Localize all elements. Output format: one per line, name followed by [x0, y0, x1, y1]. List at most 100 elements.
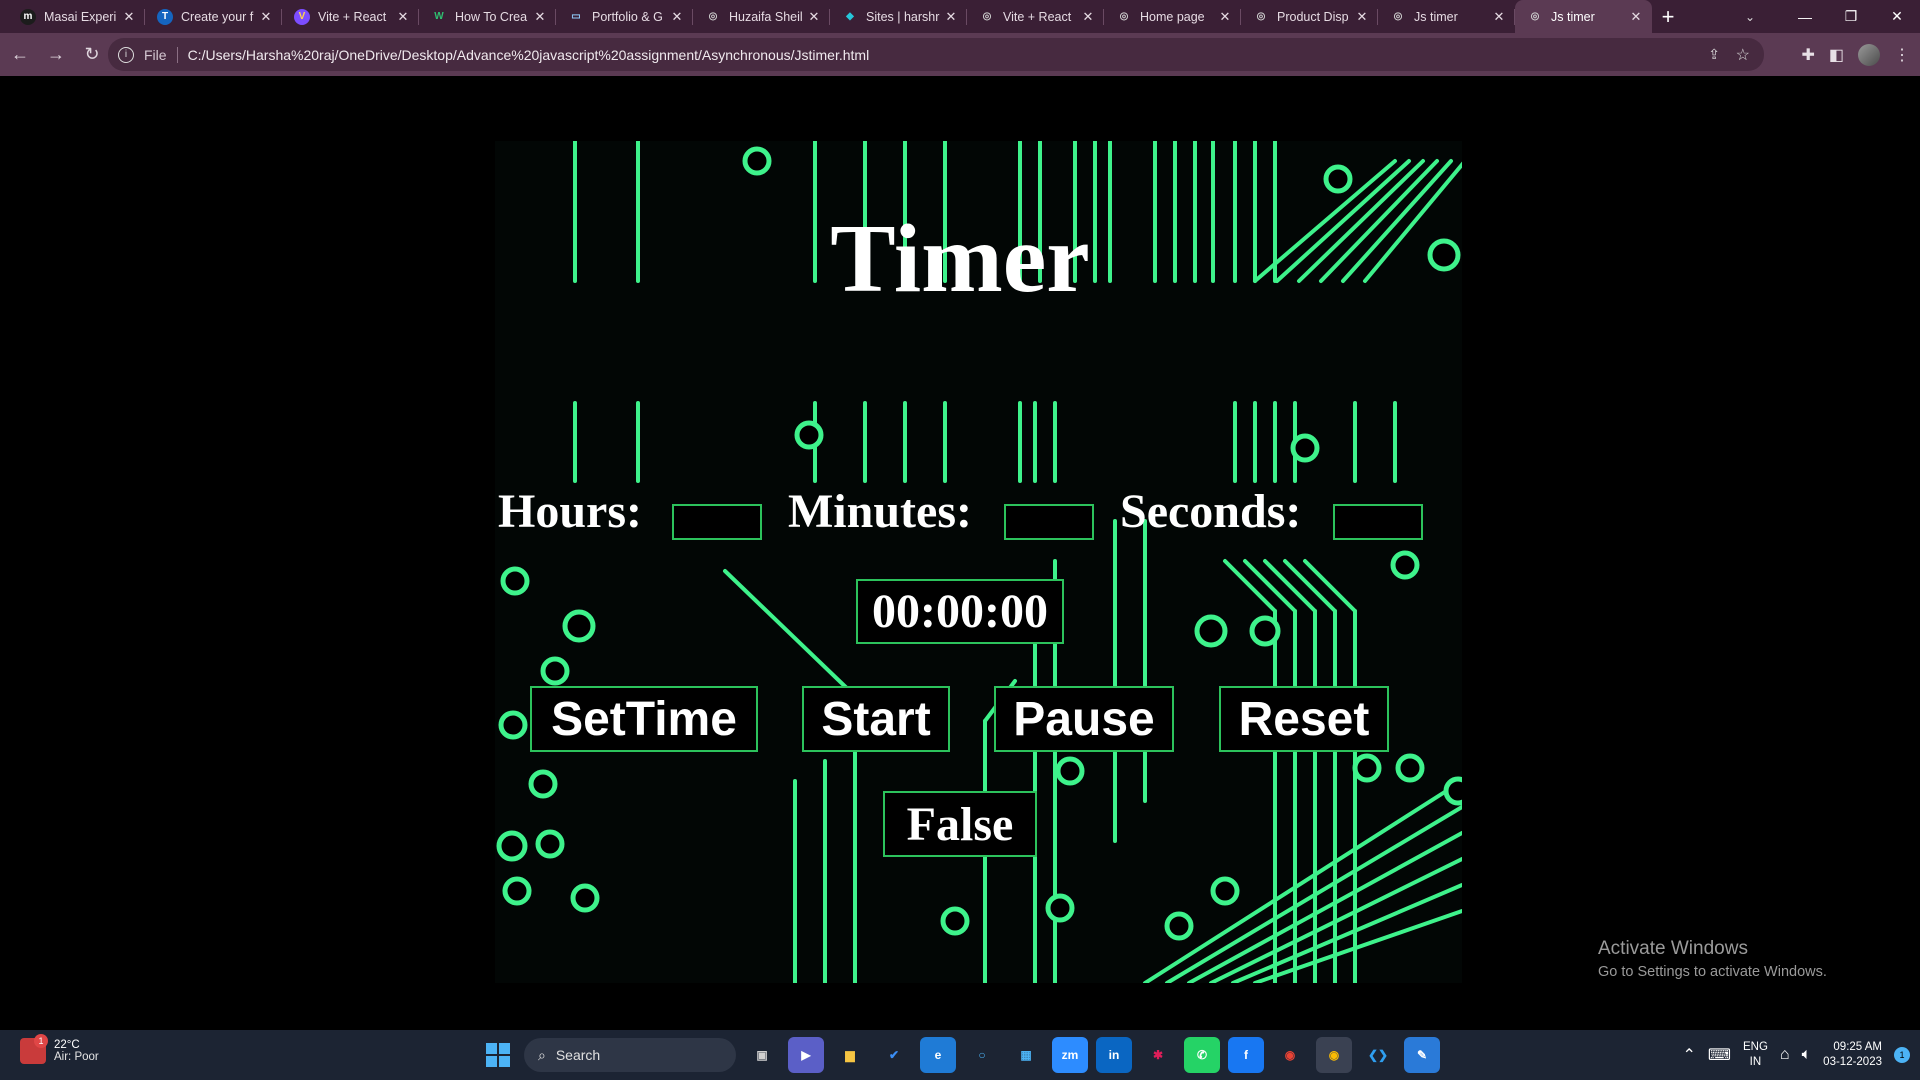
restore-button[interactable]: ❐: [1828, 0, 1874, 33]
circuit-pad: [1390, 550, 1420, 580]
circuit-pad: [1164, 911, 1194, 941]
notification-badge[interactable]: 1: [1894, 1047, 1910, 1063]
tab-close-icon[interactable]: ✕: [121, 9, 137, 25]
circuit-pad: [794, 420, 824, 450]
taskbar-apps: ⌕ Search ▣ ▶ ▆ ✔ e ○ ▦ zm in ✱ ✆ f ◉ ◉ ❮❯ ✎: [480, 1037, 1440, 1073]
tab-title: Js timer: [1551, 9, 1595, 24]
site-info-icon[interactable]: i: [118, 46, 134, 63]
facebook-icon[interactable]: f: [1228, 1037, 1264, 1073]
taskbar-search[interactable]: ⌕ Search: [524, 1038, 736, 1072]
side-panel-icon[interactable]: ◧: [1829, 45, 1844, 65]
tab[interactable]: m Masai Experi ✕: [8, 0, 145, 33]
paint-icon[interactable]: ✎: [1404, 1037, 1440, 1073]
circuit-pad: [1210, 876, 1240, 906]
tab[interactable]: ◎ Home page ✕: [1104, 0, 1241, 33]
tab-close-icon[interactable]: ✕: [943, 9, 959, 25]
keyboard-icon[interactable]: ⌨: [1708, 1045, 1731, 1065]
tab-title: Js timer: [1414, 9, 1458, 24]
tab-title: Portfolio & G: [592, 9, 663, 24]
circuit-pad: [1055, 756, 1085, 786]
vscode-icon[interactable]: ❮❯: [1360, 1037, 1396, 1073]
tab[interactable]: V Vite + React ✕: [282, 0, 419, 33]
circuit-trace: [1231, 883, 1462, 983]
tab[interactable]: ▭ Portfolio & G ✕: [556, 0, 693, 33]
share-icon[interactable]: ⇪: [1708, 46, 1720, 63]
weather-widget[interactable]: 1 22°C Air: Poor: [20, 1034, 99, 1064]
forward-icon[interactable]: →: [40, 39, 72, 71]
tab[interactable]: T Create your f ✕: [145, 0, 282, 33]
clock[interactable]: 09:25 AM 03-12-2023: [1823, 1040, 1882, 1070]
linkedin-icon[interactable]: in: [1096, 1037, 1132, 1073]
whatsapp-icon[interactable]: ✆: [1184, 1037, 1220, 1073]
back-icon[interactable]: ←: [4, 39, 36, 71]
tab[interactable]: ◎ Js timer ✕: [1378, 0, 1515, 33]
tab[interactable]: ◎ Product Disp ✕: [1241, 0, 1378, 33]
tab-favicon-icon: ◎: [708, 11, 718, 22]
activate-title: Activate Windows: [1598, 938, 1748, 959]
tab-close-icon[interactable]: ✕: [1217, 9, 1233, 25]
chrome-profile-icon[interactable]: ◉: [1316, 1037, 1352, 1073]
profile-avatar[interactable]: [1858, 43, 1880, 66]
tab[interactable]: W How To Crea ✕: [419, 0, 556, 33]
file-explorer-icon[interactable]: ▆: [832, 1037, 868, 1073]
extensions-icon[interactable]: ✚: [1801, 45, 1814, 65]
new-tab-button[interactable]: +: [1652, 0, 1684, 33]
cortana-icon[interactable]: ○: [964, 1037, 1000, 1073]
tab[interactable]: ◎ Js timer ✕: [1515, 0, 1652, 33]
address-bar[interactable]: i File C:/Users/Harsha%20raj/OneDrive/De…: [108, 38, 1764, 71]
tab-favicon-icon: T: [157, 8, 173, 25]
tab[interactable]: ◎ Vite + React ✕: [967, 0, 1104, 33]
reload-icon[interactable]: ↻: [76, 39, 108, 71]
circuit-trace: [723, 569, 857, 698]
circuit-pad: [535, 829, 565, 859]
tab-close-icon[interactable]: ✕: [258, 9, 274, 25]
language-indicator[interactable]: ENG IN: [1743, 1040, 1768, 1070]
tab-close-icon[interactable]: ✕: [1628, 9, 1644, 25]
tab-close-icon[interactable]: ✕: [1080, 9, 1096, 25]
tab[interactable]: ◆ Sites | harshr ✕: [830, 0, 967, 33]
running-status: False: [883, 791, 1037, 857]
tray-overflow-icon[interactable]: ⌃: [1682, 1045, 1695, 1065]
reset-button[interactable]: Reset: [1219, 686, 1389, 752]
tab-close-icon[interactable]: ✕: [1354, 9, 1370, 25]
volume-icon[interactable]: 🔈︎: [1802, 1046, 1812, 1064]
hours-label: Hours:: [498, 485, 642, 538]
edge-icon[interactable]: e: [920, 1037, 956, 1073]
divider: [176, 46, 178, 63]
tab-title: Vite + React: [1003, 9, 1072, 24]
pause-button[interactable]: Pause: [994, 686, 1174, 752]
close-window-button[interactable]: ✕: [1874, 0, 1920, 33]
tab-title: Home page: [1140, 9, 1205, 24]
tab-search-icon[interactable]: ⌄: [1730, 0, 1770, 33]
slack-icon[interactable]: ✱: [1140, 1037, 1176, 1073]
hours-input[interactable]: [672, 504, 762, 540]
window-controls: — ❐ ✕: [1782, 0, 1920, 33]
menu-icon[interactable]: ⋮: [1894, 45, 1910, 65]
chrome-icon[interactable]: ◉: [1272, 1037, 1308, 1073]
seconds-input[interactable]: [1333, 504, 1423, 540]
circuit-pad: [540, 656, 570, 686]
meet-icon[interactable]: ▶: [788, 1037, 824, 1073]
store-icon[interactable]: ▦: [1008, 1037, 1044, 1073]
task-view-icon[interactable]: ▣: [744, 1037, 780, 1073]
todo-icon[interactable]: ✔: [876, 1037, 912, 1073]
tab-favicon-icon: ▭: [571, 11, 581, 22]
start-button[interactable]: [480, 1037, 516, 1073]
tab-close-icon[interactable]: ✕: [1491, 9, 1507, 25]
tab-favicon-icon: ◎: [1256, 11, 1266, 22]
tab[interactable]: ◎ Huzaifa Sheil ✕: [693, 0, 830, 33]
tab-close-icon[interactable]: ✕: [532, 9, 548, 25]
start-button[interactable]: Start: [802, 686, 950, 752]
tab-favicon-icon: ◆: [846, 11, 854, 22]
minutes-input[interactable]: [1004, 504, 1094, 540]
zoom-icon[interactable]: zm: [1052, 1037, 1088, 1073]
tab-close-icon[interactable]: ✕: [806, 9, 822, 25]
set-time-button[interactable]: SetTime: [530, 686, 758, 752]
network-icon[interactable]: ⌂: [1780, 1046, 1790, 1064]
minimize-button[interactable]: —: [1782, 0, 1828, 33]
url-text[interactable]: C:/Users/Harsha%20raj/OneDrive/Desktop/A…: [188, 47, 870, 63]
tab-close-icon[interactable]: ✕: [395, 9, 411, 25]
tab-close-icon[interactable]: ✕: [669, 9, 685, 25]
circuit-pad: [502, 876, 532, 906]
bookmark-star-icon[interactable]: ☆: [1736, 45, 1750, 65]
